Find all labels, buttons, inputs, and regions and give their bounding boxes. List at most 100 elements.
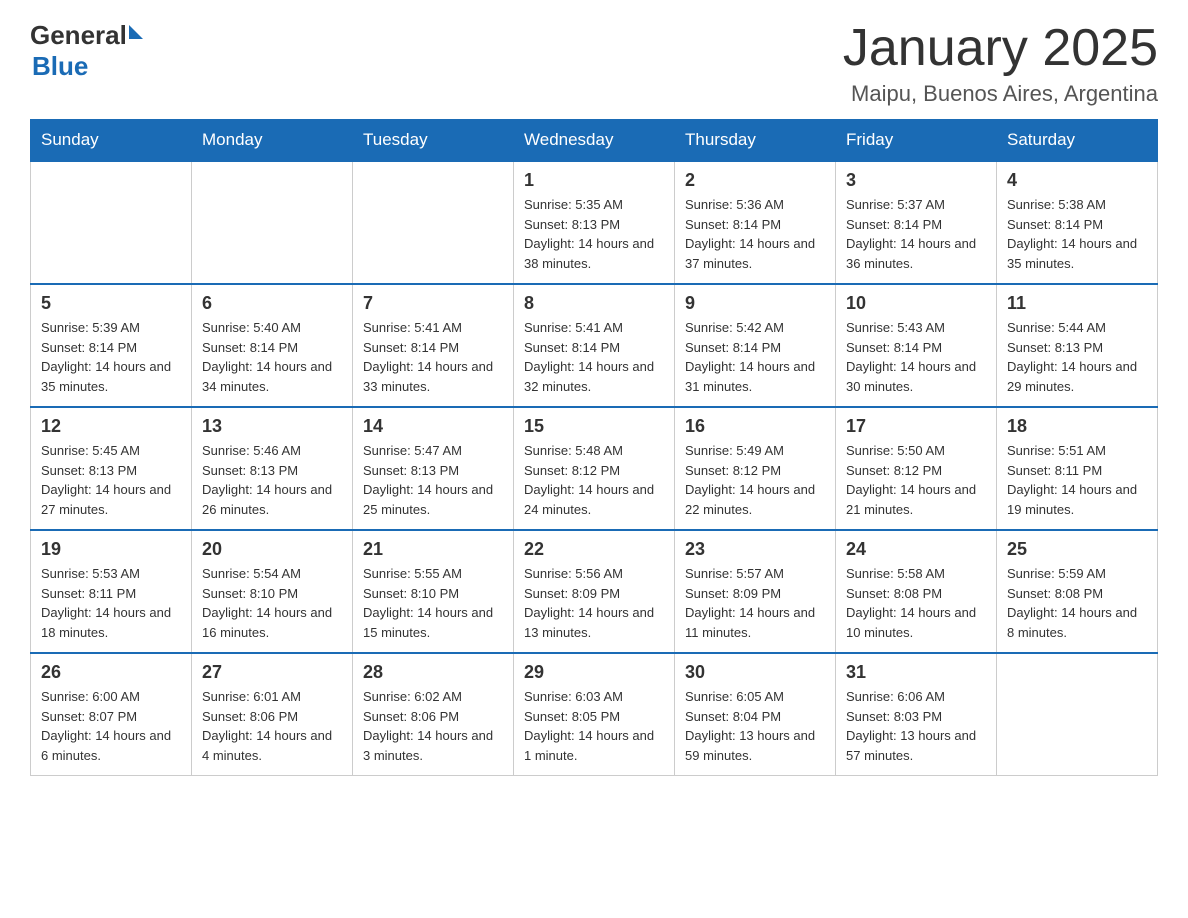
calendar-body: 1Sunrise: 5:35 AMSunset: 8:13 PMDaylight…	[31, 161, 1158, 776]
day-number: 7	[363, 293, 503, 314]
day-number: 5	[41, 293, 181, 314]
day-number: 29	[524, 662, 664, 683]
day-info: Sunrise: 5:54 AMSunset: 8:10 PMDaylight:…	[202, 564, 342, 642]
day-number: 17	[846, 416, 986, 437]
calendar-week-row: 19 Sunrise: 5:53 AMSunset: 8:11 PMDayligh…	[31, 530, 1158, 653]
calendar-cell: 2 Sunrise: 5:36 AMSunset: 8:14 PMDaylight…	[675, 161, 836, 284]
calendar-cell: 7 Sunrise: 5:41 AMSunset: 8:14 PMDaylight…	[353, 284, 514, 407]
day-number: 26	[41, 662, 181, 683]
day-info: Sunrise: 6:00 AMSunset: 8:07 PMDaylight:…	[41, 687, 181, 765]
calendar-week-row: 12 Sunrise: 5:45 AMSunset: 8:13 PMDayligh…	[31, 407, 1158, 530]
day-number: 30	[685, 662, 825, 683]
calendar-cell: 22 Sunrise: 5:56 AMSunset: 8:09 PMDayligh…	[514, 530, 675, 653]
day-info: Sunrise: 5:43 AMSunset: 8:14 PMDaylight:…	[846, 318, 986, 396]
logo-triangle-icon	[129, 25, 143, 39]
weekday-header-thursday: Thursday	[675, 120, 836, 162]
title-block: January 2025 Maipu, Buenos Aires, Argent…	[843, 20, 1158, 107]
day-info: Sunrise: 5:37 AMSunset: 8:14 PMDaylight:…	[846, 195, 986, 273]
calendar-header: SundayMondayTuesdayWednesdayThursdayFrid…	[31, 120, 1158, 162]
weekday-header-sunday: Sunday	[31, 120, 192, 162]
day-info: Sunrise: 5:45 AMSunset: 8:13 PMDaylight:…	[41, 441, 181, 519]
day-number: 14	[363, 416, 503, 437]
day-info: Sunrise: 5:48 AMSunset: 8:12 PMDaylight:…	[524, 441, 664, 519]
calendar-cell: 15Sunrise: 5:48 AMSunset: 8:12 PMDayligh…	[514, 407, 675, 530]
day-info: Sunrise: 5:55 AMSunset: 8:10 PMDaylight:…	[363, 564, 503, 642]
day-info: Sunrise: 5:41 AMSunset: 8:14 PMDaylight:…	[524, 318, 664, 396]
day-info: Sunrise: 6:01 AMSunset: 8:06 PMDaylight:…	[202, 687, 342, 765]
calendar-cell: 11Sunrise: 5:44 AMSunset: 8:13 PMDayligh…	[997, 284, 1158, 407]
day-number: 18	[1007, 416, 1147, 437]
day-number: 4	[1007, 170, 1147, 191]
day-info: Sunrise: 6:02 AMSunset: 8:06 PMDaylight:…	[363, 687, 503, 765]
calendar-cell: 29Sunrise: 6:03 AMSunset: 8:05 PMDayligh…	[514, 653, 675, 776]
calendar-cell: 19 Sunrise: 5:53 AMSunset: 8:11 PMDayligh…	[31, 530, 192, 653]
day-number: 16	[685, 416, 825, 437]
calendar-cell	[353, 161, 514, 284]
calendar-cell: 27 Sunrise: 6:01 AMSunset: 8:06 PMDayligh…	[192, 653, 353, 776]
day-info: Sunrise: 6:06 AMSunset: 8:03 PMDaylight:…	[846, 687, 986, 765]
day-info: Sunrise: 5:57 AMSunset: 8:09 PMDaylight:…	[685, 564, 825, 642]
calendar-cell: 8Sunrise: 5:41 AMSunset: 8:14 PMDaylight…	[514, 284, 675, 407]
day-number: 22	[524, 539, 664, 560]
day-number: 2	[685, 170, 825, 191]
day-info: Sunrise: 5:46 AMSunset: 8:13 PMDaylight:…	[202, 441, 342, 519]
day-number: 11	[1007, 293, 1147, 314]
calendar-cell: 16 Sunrise: 5:49 AMSunset: 8:12 PMDayligh…	[675, 407, 836, 530]
calendar-title: January 2025	[843, 20, 1158, 77]
weekday-header-row: SundayMondayTuesdayWednesdayThursdayFrid…	[31, 120, 1158, 162]
calendar-cell: 9 Sunrise: 5:42 AMSunset: 8:14 PMDaylight…	[675, 284, 836, 407]
weekday-header-friday: Friday	[836, 120, 997, 162]
day-number: 27	[202, 662, 342, 683]
calendar-cell: 31 Sunrise: 6:06 AMSunset: 8:03 PMDayligh…	[836, 653, 997, 776]
day-info: Sunrise: 5:53 AMSunset: 8:11 PMDaylight:…	[41, 564, 181, 642]
logo-general: General	[30, 20, 127, 51]
calendar-subtitle: Maipu, Buenos Aires, Argentina	[843, 81, 1158, 107]
logo: General Blue	[30, 20, 143, 82]
day-number: 20	[202, 539, 342, 560]
day-info: Sunrise: 5:39 AMSunset: 8:14 PMDaylight:…	[41, 318, 181, 396]
calendar-cell	[31, 161, 192, 284]
calendar-week-row: 5 Sunrise: 5:39 AMSunset: 8:14 PMDaylight…	[31, 284, 1158, 407]
calendar-cell: 23Sunrise: 5:57 AMSunset: 8:09 PMDayligh…	[675, 530, 836, 653]
calendar-cell: 24 Sunrise: 5:58 AMSunset: 8:08 PMDayligh…	[836, 530, 997, 653]
day-info: Sunrise: 5:42 AMSunset: 8:14 PMDaylight:…	[685, 318, 825, 396]
day-number: 31	[846, 662, 986, 683]
day-number: 3	[846, 170, 986, 191]
calendar-cell	[997, 653, 1158, 776]
calendar-cell: 18 Sunrise: 5:51 AMSunset: 8:11 PMDayligh…	[997, 407, 1158, 530]
calendar-week-row: 26 Sunrise: 6:00 AMSunset: 8:07 PMDayligh…	[31, 653, 1158, 776]
calendar-cell: 1Sunrise: 5:35 AMSunset: 8:13 PMDaylight…	[514, 161, 675, 284]
day-info: Sunrise: 6:05 AMSunset: 8:04 PMDaylight:…	[685, 687, 825, 765]
day-info: Sunrise: 5:41 AMSunset: 8:14 PMDaylight:…	[363, 318, 503, 396]
calendar-week-row: 1Sunrise: 5:35 AMSunset: 8:13 PMDaylight…	[31, 161, 1158, 284]
page-header: General Blue January 2025 Maipu, Buenos …	[30, 20, 1158, 107]
calendar-cell: 6Sunrise: 5:40 AMSunset: 8:14 PMDaylight…	[192, 284, 353, 407]
weekday-header-monday: Monday	[192, 120, 353, 162]
day-number: 24	[846, 539, 986, 560]
day-info: Sunrise: 5:56 AMSunset: 8:09 PMDaylight:…	[524, 564, 664, 642]
calendar-cell: 12 Sunrise: 5:45 AMSunset: 8:13 PMDayligh…	[31, 407, 192, 530]
day-info: Sunrise: 5:58 AMSunset: 8:08 PMDaylight:…	[846, 564, 986, 642]
day-number: 10	[846, 293, 986, 314]
calendar-cell: 14Sunrise: 5:47 AMSunset: 8:13 PMDayligh…	[353, 407, 514, 530]
day-info: Sunrise: 5:49 AMSunset: 8:12 PMDaylight:…	[685, 441, 825, 519]
day-info: Sunrise: 5:51 AMSunset: 8:11 PMDaylight:…	[1007, 441, 1147, 519]
day-number: 13	[202, 416, 342, 437]
calendar-cell: 5 Sunrise: 5:39 AMSunset: 8:14 PMDaylight…	[31, 284, 192, 407]
calendar-cell	[192, 161, 353, 284]
day-number: 12	[41, 416, 181, 437]
day-number: 25	[1007, 539, 1147, 560]
logo-blue: Blue	[32, 51, 88, 82]
calendar-cell: 13 Sunrise: 5:46 AMSunset: 8:13 PMDayligh…	[192, 407, 353, 530]
day-number: 28	[363, 662, 503, 683]
day-info: Sunrise: 5:36 AMSunset: 8:14 PMDaylight:…	[685, 195, 825, 273]
weekday-header-wednesday: Wednesday	[514, 120, 675, 162]
calendar-cell: 21Sunrise: 5:55 AMSunset: 8:10 PMDayligh…	[353, 530, 514, 653]
day-info: Sunrise: 5:38 AMSunset: 8:14 PMDaylight:…	[1007, 195, 1147, 273]
day-number: 19	[41, 539, 181, 560]
weekday-header-saturday: Saturday	[997, 120, 1158, 162]
calendar-cell: 3 Sunrise: 5:37 AMSunset: 8:14 PMDaylight…	[836, 161, 997, 284]
day-number: 9	[685, 293, 825, 314]
day-info: Sunrise: 5:40 AMSunset: 8:14 PMDaylight:…	[202, 318, 342, 396]
day-info: Sunrise: 5:59 AMSunset: 8:08 PMDaylight:…	[1007, 564, 1147, 642]
